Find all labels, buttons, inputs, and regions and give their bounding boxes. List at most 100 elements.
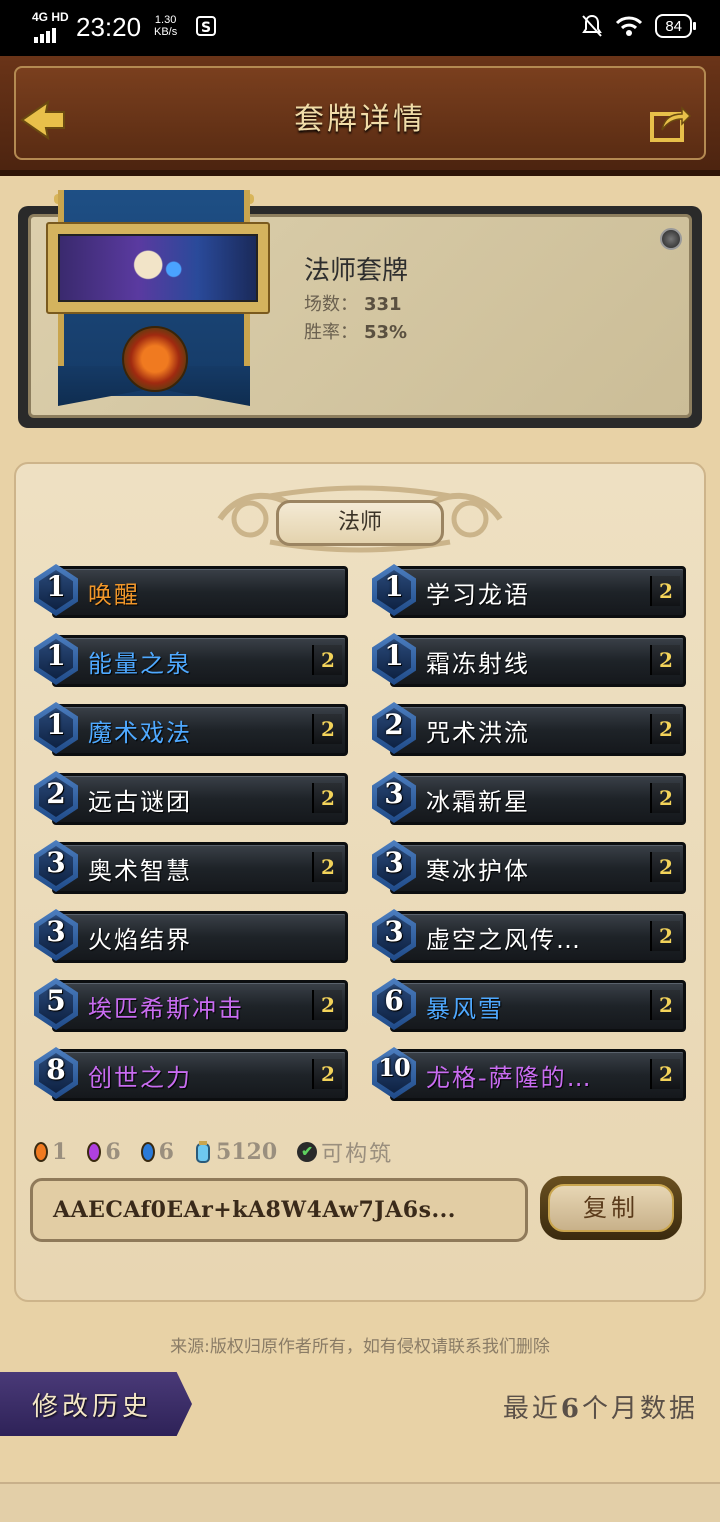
source-disclaimer: 来源:版权归原作者所有，如有侵权请联系我们删除 [170, 1337, 550, 1357]
top-nav-bar: 套牌详情 [0, 56, 720, 176]
card-cost: 1 [46, 708, 66, 741]
card-name: 唤醒 [88, 581, 140, 609]
card-count-badge: 2 [650, 645, 680, 675]
signal-icon [34, 24, 58, 43]
craftable-label: 可构筑 [321, 1142, 394, 1167]
card-count-badge: 2 [650, 852, 680, 882]
card-cost: 3 [46, 915, 66, 948]
card-cost: 8 [46, 1053, 66, 1086]
epic-gem-icon [87, 1142, 102, 1162]
class-label-tab: 法师 [276, 500, 444, 546]
share-icon[interactable] [648, 100, 692, 144]
rare-gem-icon [140, 1142, 155, 1162]
battery-icon: 84 [655, 14, 696, 38]
card-name: 冰霜新星 [426, 788, 530, 816]
edit-history-label: 修改历史 [32, 1392, 153, 1422]
card-name: 咒术洪流 [426, 719, 530, 747]
arcane-dust-icon [195, 1141, 210, 1163]
card-name: 火焰结界 [88, 926, 192, 954]
card-name: 学习龙语 [426, 581, 530, 609]
copy-button-label: 复制 [548, 1184, 674, 1232]
wifi-icon [616, 16, 643, 36]
deck-code-field[interactable]: AAECAf0EAr+kA8W4Aw7JA6s... [30, 1178, 528, 1242]
card-cost: 3 [384, 846, 404, 879]
card-cost: 3 [384, 915, 404, 948]
card-count-badge: 2 [650, 990, 680, 1020]
card-row[interactable]: 1 学习龙语 2 [368, 562, 686, 618]
card-count-badge: 2 [312, 990, 342, 1020]
card-name: 暴风雪 [426, 995, 504, 1023]
card-cost: 2 [384, 708, 404, 741]
deck-name: 法师套牌 [304, 256, 409, 286]
card-name: 霜冻射线 [426, 650, 530, 678]
bottom-content-strip [0, 1482, 720, 1522]
card-name: 创世之力 [88, 1064, 192, 1092]
card-name: 奥术智慧 [88, 857, 192, 885]
card-cost: 5 [46, 984, 66, 1017]
card-count-badge: 2 [650, 714, 680, 744]
mage-class-icon [122, 326, 188, 392]
card-cost: 10 [378, 1053, 410, 1082]
crafting-summary: 1 6 6 5120 ✔ 可构筑 [34, 1136, 393, 1168]
card-row[interactable]: 1 能量之泉 2 [30, 631, 348, 687]
card-cost: 1 [384, 570, 404, 603]
dust-cost: 5120 [215, 1139, 278, 1165]
card-cost: 3 [46, 846, 66, 879]
win-rate: 胜率： 53% [304, 322, 408, 343]
data-range-label: 最近6个月数据 [502, 1394, 698, 1424]
card-name: 尤格-萨隆的… [426, 1064, 593, 1092]
card-row[interactable]: 3 虚空之风传… 2 [368, 907, 686, 963]
clock: 23:20 [76, 12, 142, 42]
app-notification-icon: S [196, 16, 216, 36]
card-cost: 1 [384, 639, 404, 672]
card-cost: 3 [384, 777, 404, 810]
card-count-badge: 2 [650, 576, 680, 606]
edit-history-button[interactable]: 修改历史 [0, 1372, 192, 1436]
card-name: 虚空之风传… [426, 926, 582, 954]
network-type: 4G HD [32, 10, 69, 24]
corner-stud-icon [660, 228, 682, 250]
rare-count: 6 [158, 1139, 174, 1165]
card-count-badge: 2 [650, 783, 680, 813]
legendary-count: 1 [52, 1139, 68, 1165]
card-cost: 2 [46, 777, 66, 810]
epic-count: 6 [105, 1139, 121, 1165]
card-row[interactable]: 1 唤醒 [30, 562, 348, 618]
legendary-gem-icon [34, 1142, 48, 1162]
card-cost: 6 [384, 984, 404, 1017]
card-name: 能量之泉 [88, 650, 192, 678]
card-cost: 1 [46, 570, 66, 603]
check-icon: ✔ [297, 1142, 318, 1162]
card-count-badge: 2 [312, 714, 342, 744]
card-row[interactable]: 3 冰霜新星 2 [368, 769, 686, 825]
card-count-badge: 2 [312, 783, 342, 813]
card-cost: 1 [46, 639, 66, 672]
card-name: 寒冰护体 [426, 857, 530, 885]
card-row[interactable]: 3 火焰结界 [30, 907, 348, 963]
card-count-badge: 2 [650, 1059, 680, 1089]
page-title: 套牌详情 [294, 102, 426, 137]
card-row[interactable]: 3 奥术智慧 2 [30, 838, 348, 894]
card-name: 埃匹希斯冲击 [88, 995, 244, 1023]
card-row[interactable]: 5 埃匹希斯冲击 2 [30, 976, 348, 1032]
hero-portrait [46, 222, 270, 314]
card-row[interactable]: 6 暴风雪 2 [368, 976, 686, 1032]
card-count-badge: 2 [312, 645, 342, 675]
card-row[interactable]: 2 远古谜团 2 [30, 769, 348, 825]
card-row[interactable]: 2 咒术洪流 2 [368, 700, 686, 756]
card-row[interactable]: 8 创世之力 2 [30, 1045, 348, 1101]
card-row[interactable]: 3 寒冰护体 2 [368, 838, 686, 894]
card-row[interactable]: 1 魔术戏法 2 [30, 700, 348, 756]
mute-bell-icon [582, 14, 603, 37]
copy-button[interactable]: 复制 [540, 1176, 682, 1240]
games-played: 场数： 331 [304, 294, 402, 315]
card-row[interactable]: 1 霜冻射线 2 [368, 631, 686, 687]
card-name: 远古谜团 [88, 788, 192, 816]
card-row[interactable]: 10 尤格-萨隆的… 2 [368, 1045, 686, 1101]
status-bar: 4G HD 23:20 1.30 KB/s S 84 [0, 0, 720, 56]
card-count-badge: 2 [650, 921, 680, 951]
card-count-badge: 2 [312, 852, 342, 882]
card-name: 魔术戏法 [88, 719, 192, 747]
network-speed: 1.30 KB/s [154, 14, 178, 38]
card-count-badge: 2 [312, 1059, 342, 1089]
